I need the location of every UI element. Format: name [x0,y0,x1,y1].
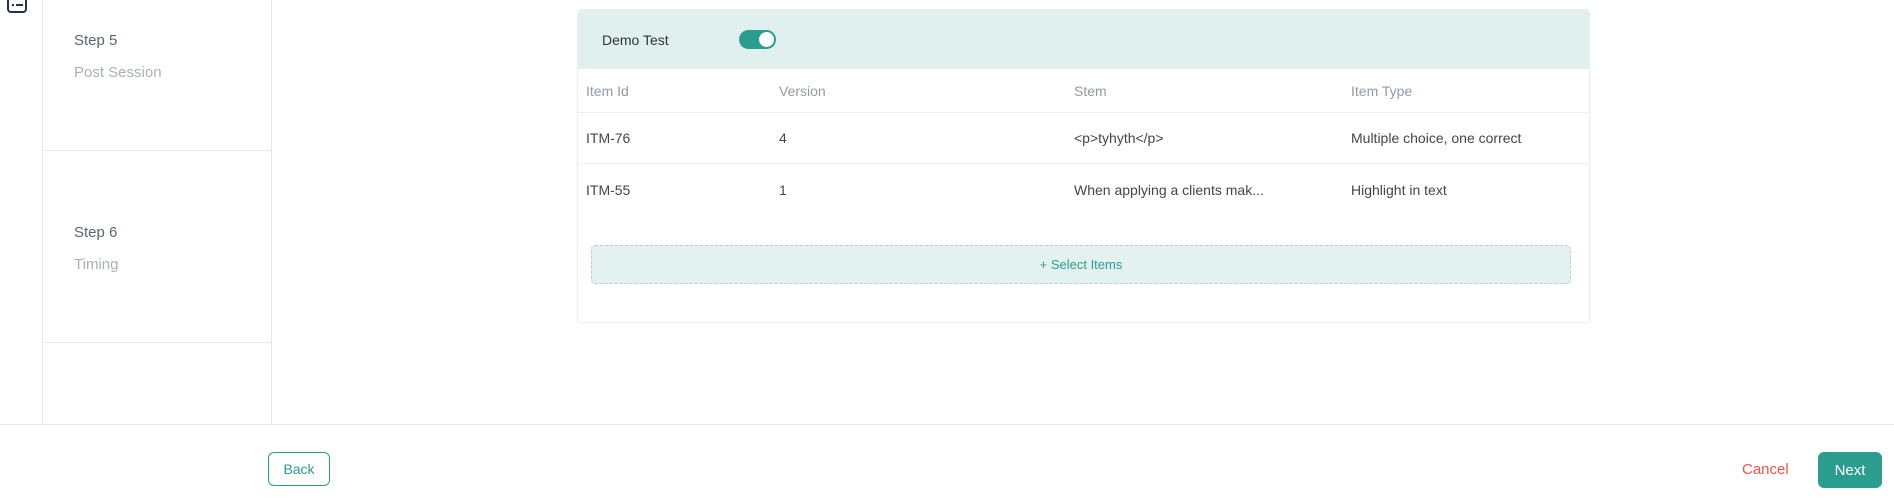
column-header-item-id: Item Id [586,82,629,99]
list-icon-bullet [12,4,14,6]
cancel-button[interactable]: Cancel [1742,461,1789,478]
step-6-title: Step 6 [74,224,118,241]
demo-test-card: Demo Test Item Id Version Stem Item Type… [577,9,1590,323]
card-title: Demo Test [602,31,669,48]
cell-item-type: Highlight in text [1351,182,1447,198]
toggle-knob [758,32,774,47]
list-icon-line [16,4,23,6]
cell-version: 1 [779,182,787,198]
cell-stem: When applying a clients mak... [1074,182,1264,198]
cell-item-id: ITM-55 [586,182,631,198]
sidebar-divider [43,342,271,343]
cell-item-id: ITM-76 [586,130,631,146]
table-row[interactable]: ITM-55 1 When applying a clients mak... … [578,164,1589,216]
column-header-item-type: Item Type [1351,82,1413,99]
step-5-title: Step 5 [74,32,118,49]
table-row[interactable]: ITM-76 4 <p>tyhyth</p> Multiple choice, … [578,113,1589,164]
sidebar-divider [43,150,271,151]
card-header: Demo Test [578,10,1589,69]
items-table-header: Item Id Version Stem Item Type [578,69,1589,113]
step-5-label: Post Session [74,64,162,81]
footer-divider [0,424,1894,425]
back-button[interactable]: Back [268,452,330,486]
cell-item-type: Multiple choice, one correct [1351,130,1522,146]
column-header-stem: Stem [1074,82,1107,99]
select-items-button[interactable]: + Select Items [591,245,1571,284]
list-icon[interactable] [7,0,27,13]
cell-stem: <p>tyhyth</p> [1074,130,1164,146]
demo-test-toggle[interactable] [738,30,776,49]
column-header-version: Version [779,82,826,99]
cell-version: 4 [779,130,787,146]
next-button[interactable]: Next [1818,452,1882,488]
wizard-stepper-sidebar: Step 5 Post Session Step 6 Timing [42,0,272,424]
step-6-label: Timing [74,256,119,273]
